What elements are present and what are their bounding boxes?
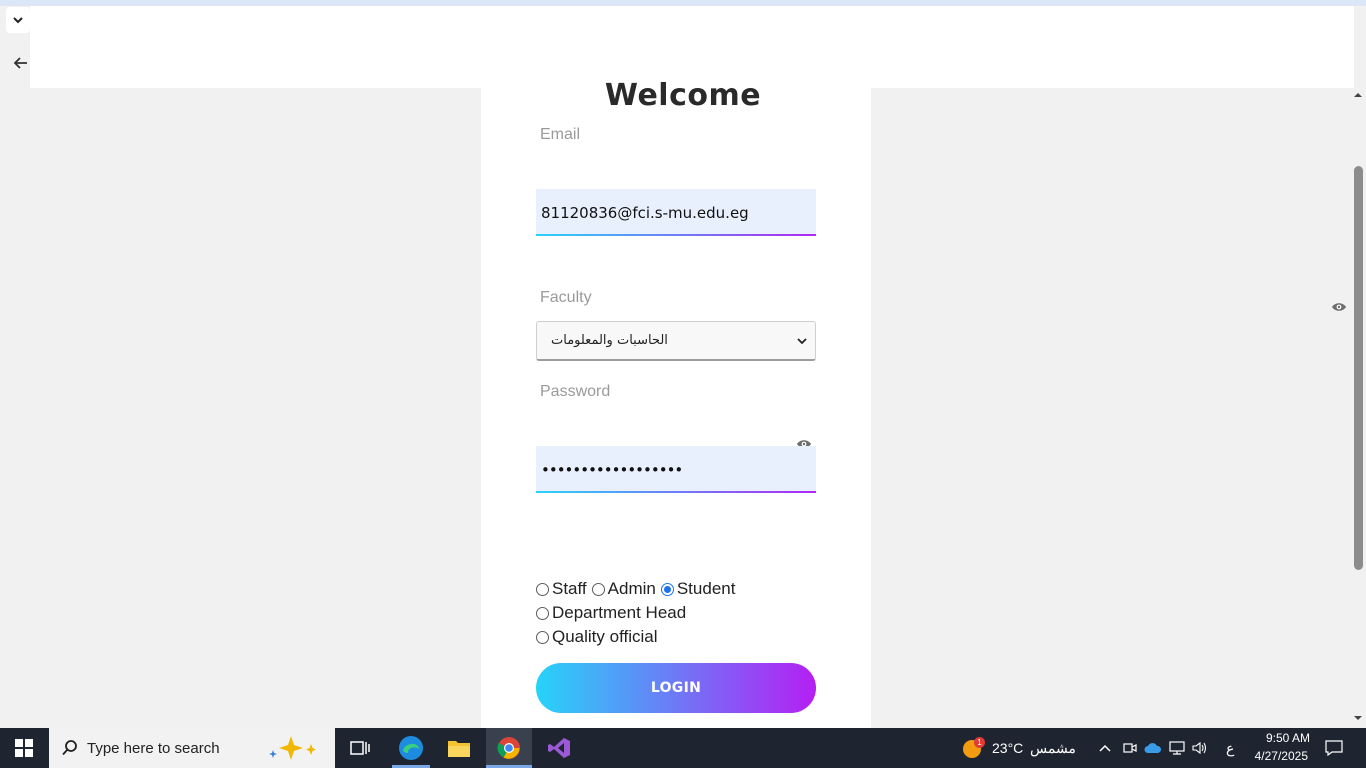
page-header xyxy=(30,6,1354,88)
eye-icon[interactable] xyxy=(1331,301,1347,313)
chevron-up-icon xyxy=(1099,744,1111,752)
show-hidden-icons-button[interactable] xyxy=(1095,728,1115,768)
onedrive-button[interactable] xyxy=(1143,728,1163,768)
weather-badge: 1 xyxy=(974,737,985,748)
start-button[interactable] xyxy=(0,728,48,768)
clock-time[interactable]: 9:50 AM xyxy=(1250,731,1310,745)
scroll-down-arrow-icon[interactable] xyxy=(1352,712,1364,724)
role-row-3: Quality official xyxy=(535,627,658,647)
login-button[interactable]: LOGIN xyxy=(536,663,816,713)
faculty-select[interactable]: الحاسبات والمعلومات xyxy=(536,321,816,361)
email-underline xyxy=(536,234,816,236)
clock-date[interactable]: 4/27/2025 xyxy=(1248,749,1308,763)
folder-icon xyxy=(448,741,470,757)
task-view-icon xyxy=(350,741,370,755)
video-camera-icon xyxy=(1123,743,1137,753)
notifications-button[interactable] xyxy=(1320,728,1348,768)
windows-icon xyxy=(15,739,33,757)
radio-quality-official[interactable] xyxy=(536,630,549,644)
password-input[interactable]: •••••••••••••••••• xyxy=(536,446,816,493)
meet-now-button[interactable] xyxy=(1120,728,1140,768)
speaker-icon xyxy=(1192,741,1207,755)
taskbar-search[interactable]: Type here to search xyxy=(49,728,335,768)
cloud-icon xyxy=(1144,743,1162,753)
chevron-down-icon xyxy=(797,337,807,344)
search-icon xyxy=(62,740,77,756)
role-row-1: Staff Admin Student xyxy=(535,579,735,599)
notification-icon xyxy=(1325,740,1343,756)
taskbar-app-edge[interactable] xyxy=(390,728,432,768)
taskbar-app-chrome[interactable] xyxy=(486,728,532,768)
weather-temp[interactable]: 23°C xyxy=(992,740,1023,756)
radio-staff[interactable] xyxy=(536,582,549,596)
edge-icon xyxy=(399,736,423,760)
radio-department-head-label: Department Head xyxy=(552,603,687,622)
taskbar-app-explorer[interactable] xyxy=(438,728,480,768)
radio-student[interactable] xyxy=(660,582,674,596)
radio-staff-label: Staff xyxy=(552,579,587,598)
radio-quality-official-label: Quality official xyxy=(552,627,658,646)
email-input[interactable]: 81120836@fci.s-mu.edu.eg xyxy=(536,189,816,236)
visual-studio-icon xyxy=(548,738,570,758)
taskbar-app-visual-studio[interactable] xyxy=(538,728,580,768)
radio-department-head[interactable] xyxy=(536,606,549,620)
network-button[interactable] xyxy=(1167,728,1187,768)
radio-admin[interactable] xyxy=(591,582,605,596)
radio-student-label: Student xyxy=(676,579,736,598)
sparkle-icon xyxy=(269,736,316,760)
faculty-label: Faculty xyxy=(540,289,592,306)
weather-text[interactable]: مشمس xyxy=(1030,740,1076,757)
arrow-left-icon xyxy=(13,57,27,69)
input-language[interactable]: ع xyxy=(1226,740,1234,757)
tab-dropdown-button[interactable] xyxy=(6,7,30,33)
chrome-icon xyxy=(497,737,520,759)
chevron-down-icon xyxy=(13,17,23,24)
task-view-button[interactable] xyxy=(340,728,380,768)
radio-admin-label: Admin xyxy=(607,579,656,598)
network-icon xyxy=(1169,741,1185,755)
weather-widget-icon[interactable] xyxy=(960,728,984,768)
scrollbar-thumb[interactable] xyxy=(1354,166,1363,570)
password-label: Password xyxy=(540,383,611,400)
scroll-up-arrow-icon[interactable] xyxy=(1352,89,1364,101)
page-title: Welcome xyxy=(604,78,762,113)
faculty-selected-value: الحاسبات والمعلومات xyxy=(551,333,668,348)
search-placeholder: Type here to search xyxy=(87,739,220,757)
role-row-2: Department Head xyxy=(535,603,686,623)
password-underline xyxy=(536,491,816,493)
email-label: Email xyxy=(540,126,581,143)
volume-button[interactable] xyxy=(1190,728,1210,768)
